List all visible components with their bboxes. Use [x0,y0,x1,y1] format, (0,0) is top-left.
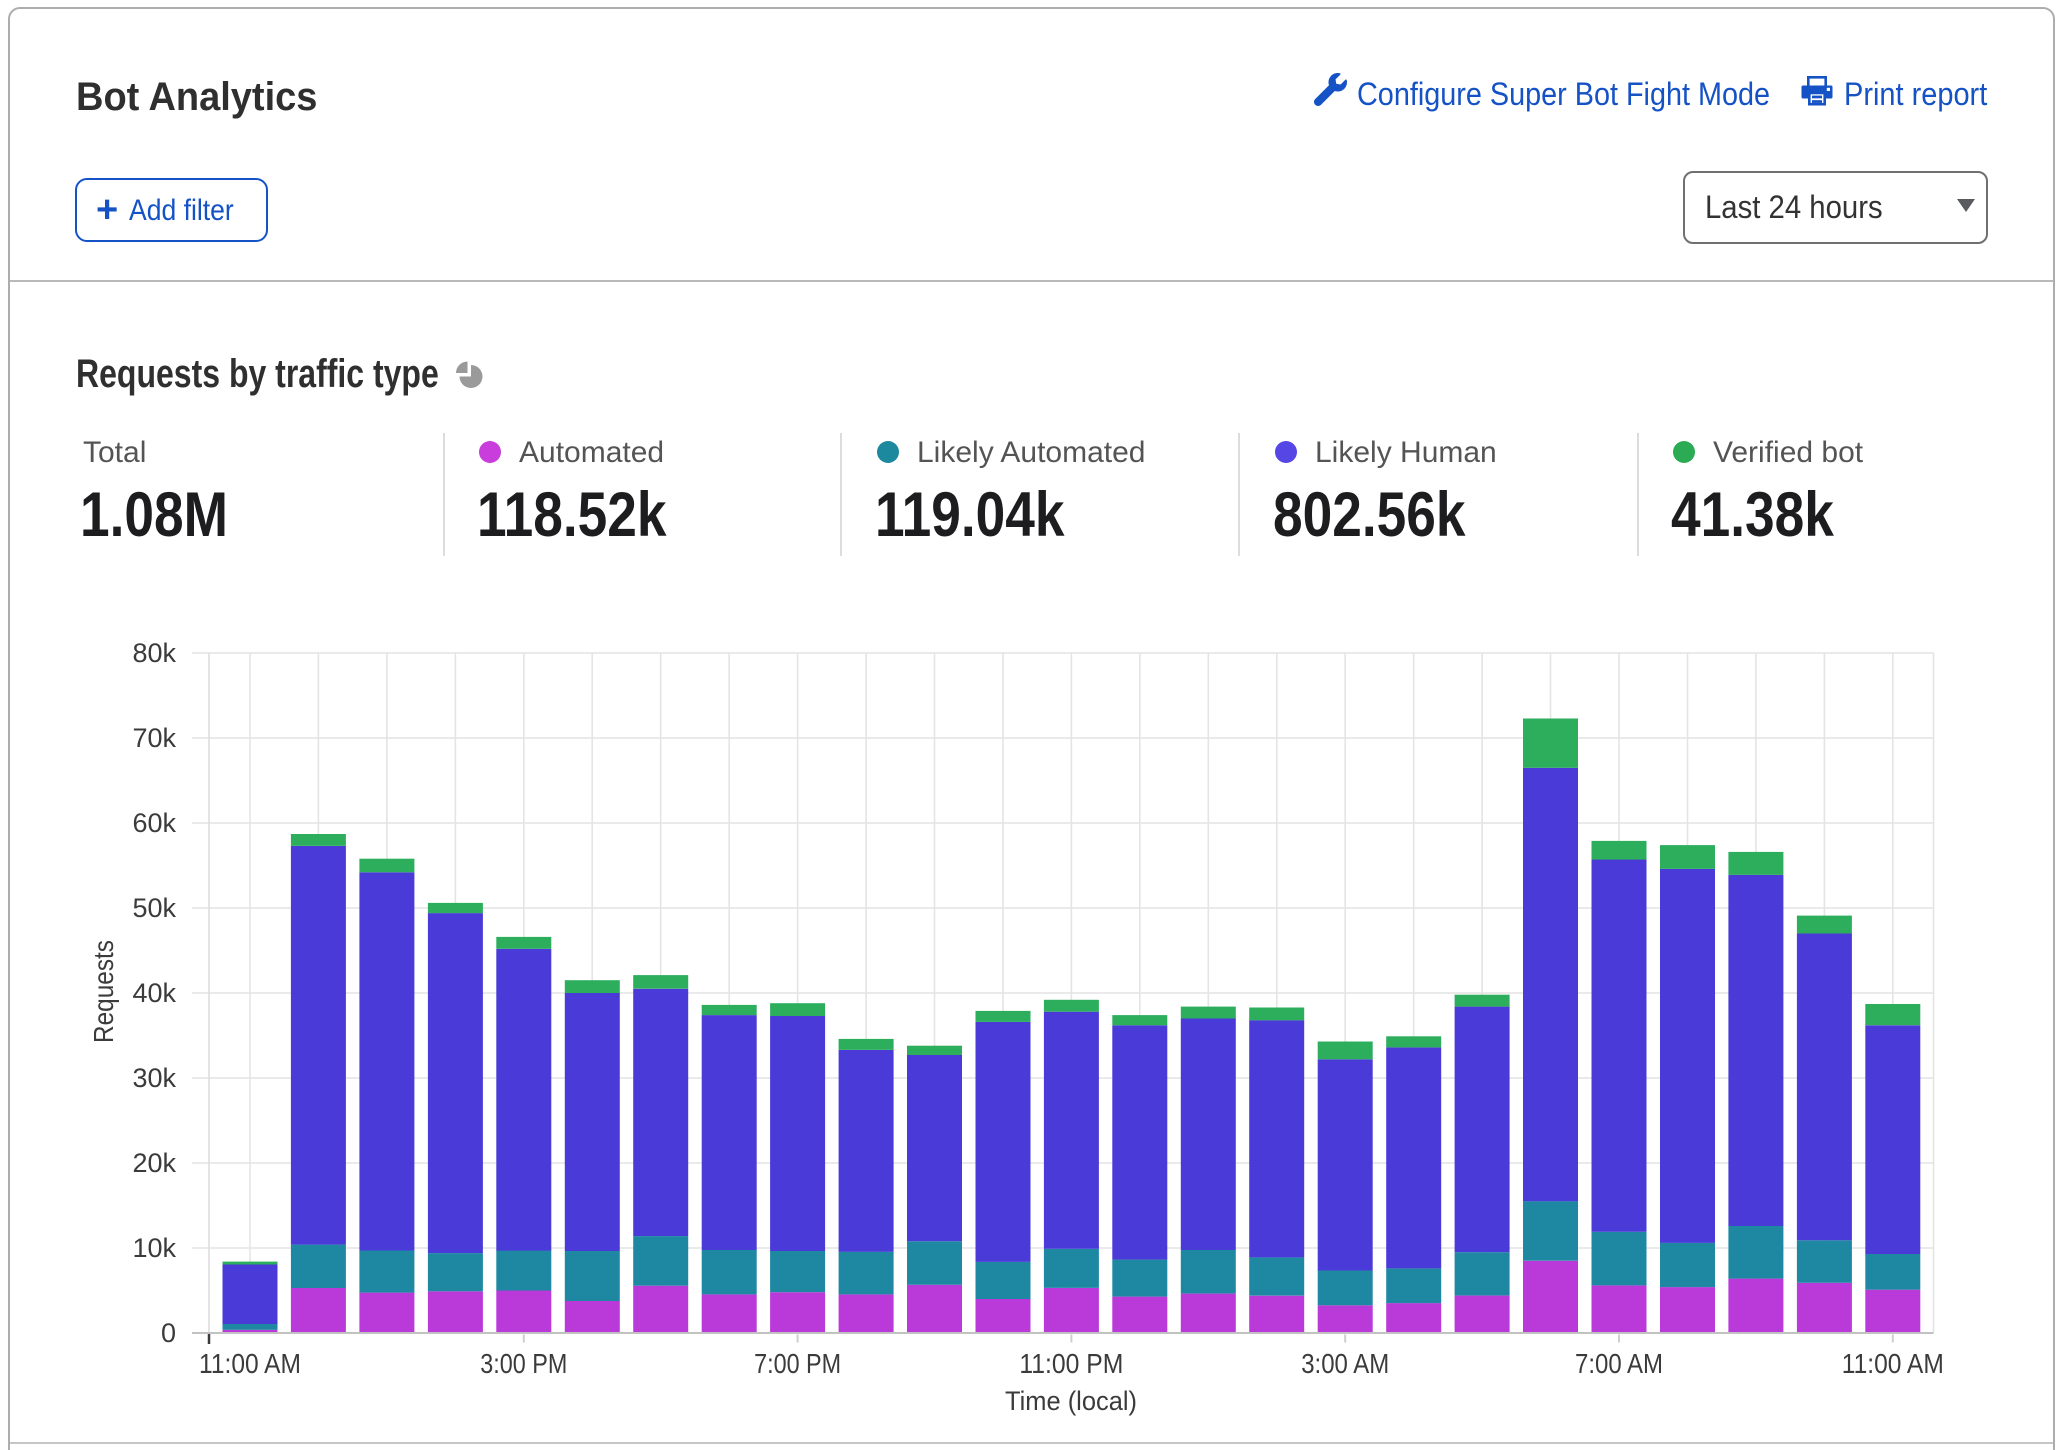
svg-text:40k: 40k [132,978,176,1008]
svg-text:11:00 AM: 11:00 AM [199,1348,301,1379]
svg-text:60k: 60k [132,808,176,838]
svg-text:50k: 50k [132,893,176,923]
svg-text:7:00 PM: 7:00 PM [754,1348,841,1379]
svg-text:30k: 30k [132,1063,176,1093]
svg-text:20k: 20k [132,1148,176,1178]
svg-text:3:00 PM: 3:00 PM [480,1348,567,1379]
svg-text:7:00 AM: 7:00 AM [1575,1348,1663,1379]
svg-text:0: 0 [161,1318,176,1348]
svg-text:Requests: Requests [88,940,119,1043]
svg-text:70k: 70k [132,723,176,753]
svg-text:11:00 PM: 11:00 PM [1019,1348,1123,1379]
svg-text:Time (local): Time (local) [1005,1386,1137,1416]
svg-text:3:00 AM: 3:00 AM [1301,1348,1389,1379]
svg-text:11:00 AM: 11:00 AM [1842,1348,1944,1379]
svg-text:80k: 80k [132,638,176,668]
svg-text:10k: 10k [132,1233,176,1263]
